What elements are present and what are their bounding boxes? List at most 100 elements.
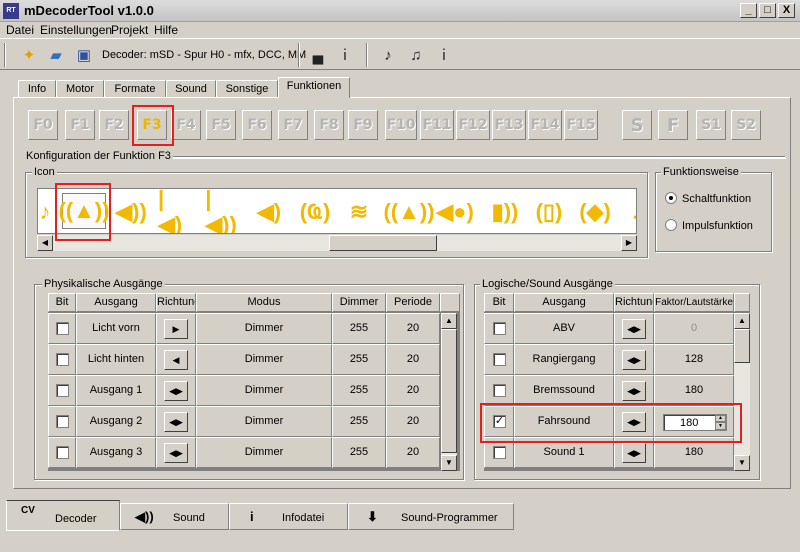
sound-info-icon[interactable]: ⅰ [433,44,455,66]
radio-tower-icon[interactable]: (Ҩ) [300,197,331,227]
special-button-s[interactable]: S [622,110,652,140]
close-button[interactable]: X [778,3,795,18]
scroll-thumb[interactable] [329,235,437,251]
function-button-f1[interactable]: F1 [65,110,95,140]
direction-button[interactable]: ◀▶ [622,443,646,463]
spin-down-icon[interactable]: ▼ [715,422,726,430]
factor-value[interactable]: 128 [654,344,734,375]
sound-write-icon[interactable]: ♪ [377,44,399,66]
dimmer-value[interactable]: 255 [332,375,386,406]
tab-funktionen[interactable]: Funktionen [278,77,350,98]
direction-button[interactable]: ◀▶ [164,412,188,432]
function-button-f3[interactable]: F3 [137,110,167,140]
radio-impulsfunktion[interactable] [665,219,677,231]
special-button-s2[interactable]: S2 [731,110,761,140]
bottom-tab-sound-programmer[interactable]: ⬇ Sound-Programmer [348,503,514,530]
horn-icon[interactable]: ♪ [38,197,60,227]
function-button-f4[interactable]: F4 [171,110,201,140]
function-button-f11[interactable]: F11 [420,110,454,140]
compressor-icon[interactable]: ≋ [344,197,374,227]
radio-schaltfunktion[interactable] [665,192,677,204]
tab-motor[interactable]: Motor [56,80,104,98]
factor-value[interactable]: 180 [654,375,734,406]
sound-both-icon[interactable]: (◆) [579,197,611,227]
logical-vertical-scrollbar[interactable]: ▲ ▼ [734,313,750,471]
maximize-button[interactable]: □ [759,3,776,18]
function-button-f13[interactable]: F13 [492,110,526,140]
bit-checkbox[interactable] [56,415,69,428]
function-button-f7[interactable]: F7 [278,110,308,140]
function-button-f0[interactable]: F0 [28,110,58,140]
menu-datei[interactable]: Datei [6,23,34,37]
horn-both-icon[interactable]: |◀)) [205,189,237,233]
scroll-thumb[interactable] [441,329,457,453]
spin-up-icon[interactable]: ▲ [715,415,726,422]
mode-select[interactable]: Dimmer [196,375,332,406]
direction-button[interactable]: ◀▶ [164,443,188,463]
horn-left-icon[interactable]: |◀) [158,189,188,233]
mode-select[interactable]: Dimmer [196,406,332,437]
open-folder-icon[interactable]: ▰ [45,44,67,66]
bit-checkbox-checked[interactable]: ✓ [493,415,506,428]
direction-button[interactable]: ◀▶ [622,350,646,370]
train-icon[interactable]: ▄ [307,44,329,66]
direction-button[interactable]: ◀▶ [622,412,646,432]
menu-hilfe[interactable]: Hilfe [154,23,178,37]
steam-icon[interactable]: ◀●) [436,197,474,227]
bit-checkbox[interactable] [493,384,506,397]
phone-icon[interactable]: (▯) [534,197,564,227]
dimmer-value[interactable]: 255 [332,313,386,344]
factor-spinbox[interactable]: 180 ▲ ▼ [663,414,727,431]
whistle-icon[interactable]: ◀)) [115,197,147,227]
direction-button[interactable]: ◀▶ [164,381,188,401]
scroll-up-button[interactable]: ▲ [441,313,457,329]
menu-einstellungen[interactable]: Einstellungen [40,23,112,37]
bell-icon[interactable]: ((▲)) [58,193,110,229]
bit-checkbox[interactable] [493,322,506,335]
factor-value[interactable]: 180 [654,437,734,468]
tab-formate[interactable]: Formate [104,80,166,98]
special-button-s1[interactable]: S1 [696,110,726,140]
bit-checkbox[interactable] [493,353,506,366]
function-button-f14[interactable]: F14 [528,110,562,140]
new-file-icon[interactable]: ✦ [18,44,40,66]
bottom-tab-infodatei[interactable]: i Infodatei [229,503,348,530]
function-button-f6[interactable]: F6 [242,110,272,140]
mode-select[interactable]: Dimmer [196,313,332,344]
physical-vertical-scrollbar[interactable]: ▲ ▼ [441,313,457,471]
direction-button[interactable]: ▶ [164,319,188,339]
function-button-f8[interactable]: F8 [314,110,344,140]
scroll-left-button[interactable]: ◀ [37,235,53,251]
bit-checkbox[interactable] [56,353,69,366]
warning-bell-icon[interactable]: ((▲)) [383,197,434,227]
bit-checkbox[interactable] [56,384,69,397]
save-icon[interactable]: ▣ [73,44,95,66]
direction-button[interactable]: ◀▶ [622,381,646,401]
special-button-f[interactable]: F [658,110,688,140]
mode-select[interactable]: Dimmer [196,344,332,375]
dimmer-value[interactable]: 255 [332,344,386,375]
dimmer-value[interactable]: 255 [332,406,386,437]
bottom-tab-sound[interactable]: ◀)) Sound [120,503,229,530]
period-value[interactable]: 20 [386,344,440,375]
icon-horizontal-scrollbar[interactable]: ◀ ▶ [37,235,637,251]
function-button-f15[interactable]: F15 [564,110,598,140]
function-button-f12[interactable]: F12 [456,110,490,140]
train-info-icon[interactable]: ⅰ [334,44,356,66]
function-button-f10[interactable]: F10 [385,110,417,140]
horn-right-icon[interactable]: ♪ [622,197,637,227]
tab-info[interactable]: Info [18,80,56,98]
period-value[interactable]: 20 [386,375,440,406]
factor-value[interactable]: 0 [654,313,734,344]
speaker-icon[interactable]: ◀) [254,197,284,227]
announcement-icon[interactable]: ▮)) [490,197,520,227]
bottom-tab-decoder[interactable]: CV Decoder [6,500,120,531]
period-value[interactable]: 20 [386,406,440,437]
scroll-right-button[interactable]: ▶ [621,235,637,251]
scroll-up-button[interactable]: ▲ [734,313,750,329]
direction-button[interactable]: ◀▶ [622,319,646,339]
sound-read-icon[interactable]: ♫ [405,44,427,66]
function-button-f9[interactable]: F9 [348,110,378,140]
function-button-f2[interactable]: F2 [99,110,129,140]
scroll-down-button[interactable]: ▼ [734,455,750,471]
